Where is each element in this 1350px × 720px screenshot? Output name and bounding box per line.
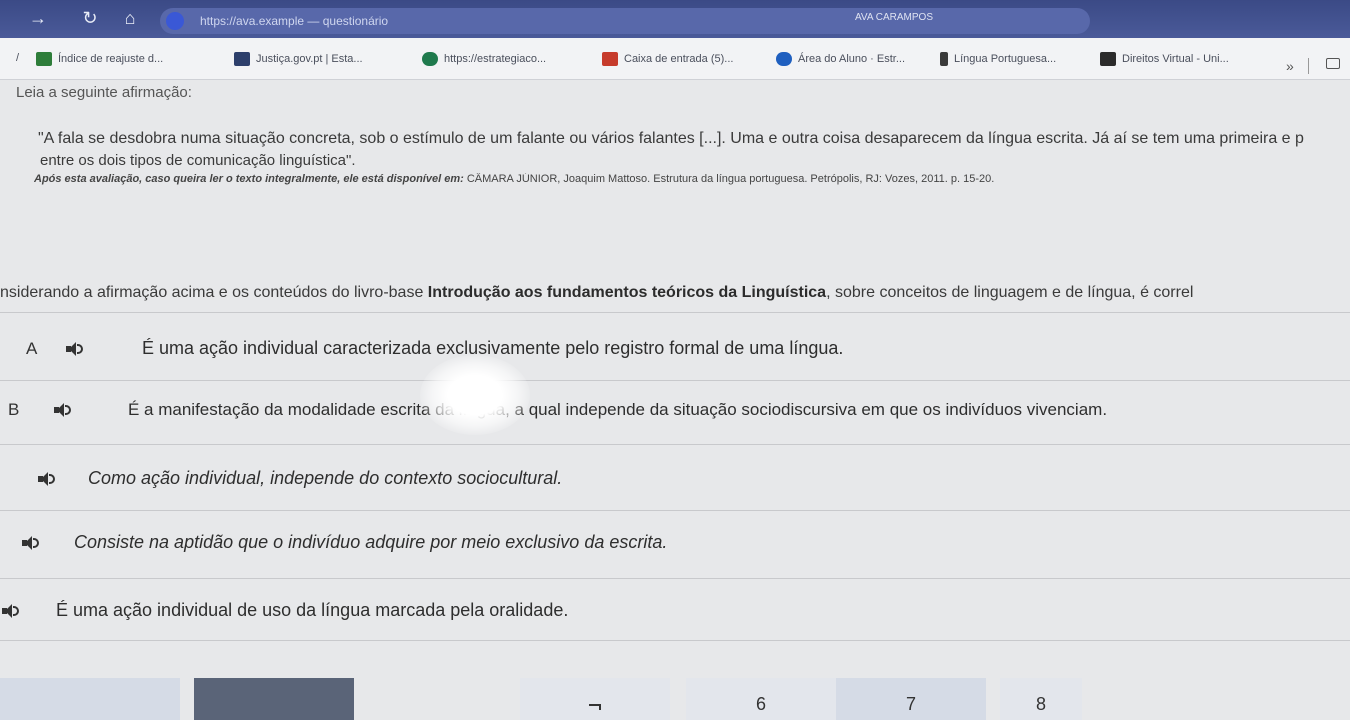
bookmark-label: Direitos Virtual - Uni... (1122, 53, 1229, 65)
divider (0, 510, 1350, 511)
bookmark-label: Língua Portuguesa... (954, 53, 1057, 65)
speaker-icon[interactable] (54, 402, 74, 418)
option-d[interactable]: Consiste na aptidão que o indivíduo adqu… (22, 532, 667, 553)
divider (0, 640, 1350, 641)
bookmark-label: Índice de reajuste d... (58, 53, 164, 65)
divider (0, 380, 1350, 381)
all-bookmarks-folder-icon[interactable] (1326, 58, 1340, 69)
forward-icon[interactable]: → (26, 6, 50, 30)
question-text-end: , sobre conceitos de linguagem e de líng… (826, 284, 1194, 301)
bookmark-item[interactable]: Língua Portuguesa... (940, 52, 1056, 66)
gov-icon (234, 52, 250, 66)
divider (0, 444, 1350, 445)
bookmarks-divider (1308, 58, 1309, 74)
option-text: Consiste na aptidão que o indivíduo adqu… (74, 532, 668, 552)
speaker-icon[interactable] (38, 471, 58, 487)
bookmark-item[interactable]: Justiça.gov.pt | Esta... (234, 52, 363, 66)
divider (0, 312, 1350, 313)
home-icon[interactable]: ⌂ (118, 6, 142, 30)
more-bookmarks-button[interactable]: » (1286, 58, 1294, 74)
speaker-icon[interactable] (2, 603, 22, 619)
question-pager: 6 7 8 (0, 678, 1350, 720)
option-b[interactable]: B É a manifestação da modalidade escrita… (8, 400, 1107, 420)
site-icon (166, 12, 184, 30)
bookmark-separator: / (16, 52, 20, 64)
quote-text-continued: entre os dois tipos de comunicação lingu… (40, 152, 356, 169)
instruction-label: Leia a seguinte afirmação: (16, 84, 192, 101)
source-reference: CÂMARA JÚNIOR, Joaquim Mattoso. Estrutur… (463, 173, 995, 185)
bookmark-item[interactable]: https://estrategiaco... (422, 52, 546, 66)
source-note: Após esta avaliação, caso queira ler o t… (34, 173, 1350, 185)
bookmark-label: Justiça.gov.pt | Esta... (256, 53, 363, 65)
bookmark-item[interactable]: Direitos Virtual - Uni... (1100, 52, 1229, 66)
student-area-icon (776, 52, 792, 66)
option-text: É uma ação individual de uso da língua m… (56, 600, 569, 620)
quote-text: "A fala se desdobra numa situação concre… (38, 130, 1304, 147)
source-note-lead: Após esta avaliação, caso queira ler o t… (34, 173, 464, 185)
folder-icon (1100, 52, 1116, 66)
reload-icon[interactable]: ↻ (78, 6, 102, 30)
book-title: Introdução aos fundamentos teóricos da L… (427, 284, 827, 301)
option-text: É uma ação individual caracterizada excl… (142, 338, 844, 358)
option-letter: A (26, 338, 38, 358)
bookmark-item[interactable]: Índice de reajuste d... (36, 52, 163, 66)
page-button[interactable]: 7 (836, 678, 986, 720)
extension-label[interactable]: AVA CARAMPOS (855, 12, 933, 23)
bookmark-label: Caixa de entrada (5)... (624, 53, 734, 65)
gmail-icon (602, 52, 618, 66)
browser-toolbar: → ↻ ⌂ https://ava.example — questionário… (0, 0, 1350, 38)
book-icon (940, 52, 948, 66)
option-text: Como ação individual, independe do conte… (88, 468, 563, 488)
option-letter: B (8, 400, 20, 419)
speaker-icon[interactable] (22, 535, 42, 551)
option-text: É a manifestação da modalidade escrita d… (128, 400, 1108, 419)
bookmark-label: Área do Aluno · Estr... (798, 53, 906, 65)
bookmark-item[interactable]: Caixa de entrada (5)... (602, 52, 733, 66)
page-button[interactable] (0, 678, 180, 720)
option-c[interactable]: Como ação individual, independe do conte… (38, 468, 562, 489)
question-statement: nsiderando a afirmação acima e os conteú… (0, 284, 1350, 302)
speaker-icon[interactable] (66, 341, 86, 357)
address-text: https://ava.example — questionário (200, 14, 389, 28)
bookmarks-bar: / Índice de reajuste d... Justiça.gov.pt… (0, 38, 1350, 80)
option-a[interactable]: A É uma ação individual caracterizada ex… (26, 338, 843, 359)
globe-icon (422, 52, 438, 66)
page-button[interactable]: 6 (686, 678, 836, 720)
spreadsheet-icon (36, 52, 52, 66)
page-button[interactable] (520, 678, 670, 720)
address-bar[interactable]: https://ava.example — questionário (160, 8, 1090, 34)
bookmark-item[interactable]: Área do Aluno · Estr... (776, 52, 905, 66)
question-text: nsiderando a afirmação acima e os conteú… (0, 284, 428, 301)
divider (0, 578, 1350, 579)
page-button-current[interactable] (194, 678, 354, 720)
page-button[interactable]: 8 (1000, 678, 1082, 720)
question-page: Leia a seguinte afirmação: "A fala se de… (0, 80, 1350, 720)
bookmark-label: https://estrategiaco... (444, 53, 547, 65)
option-e[interactable]: É uma ação individual de uso da língua m… (2, 600, 568, 621)
